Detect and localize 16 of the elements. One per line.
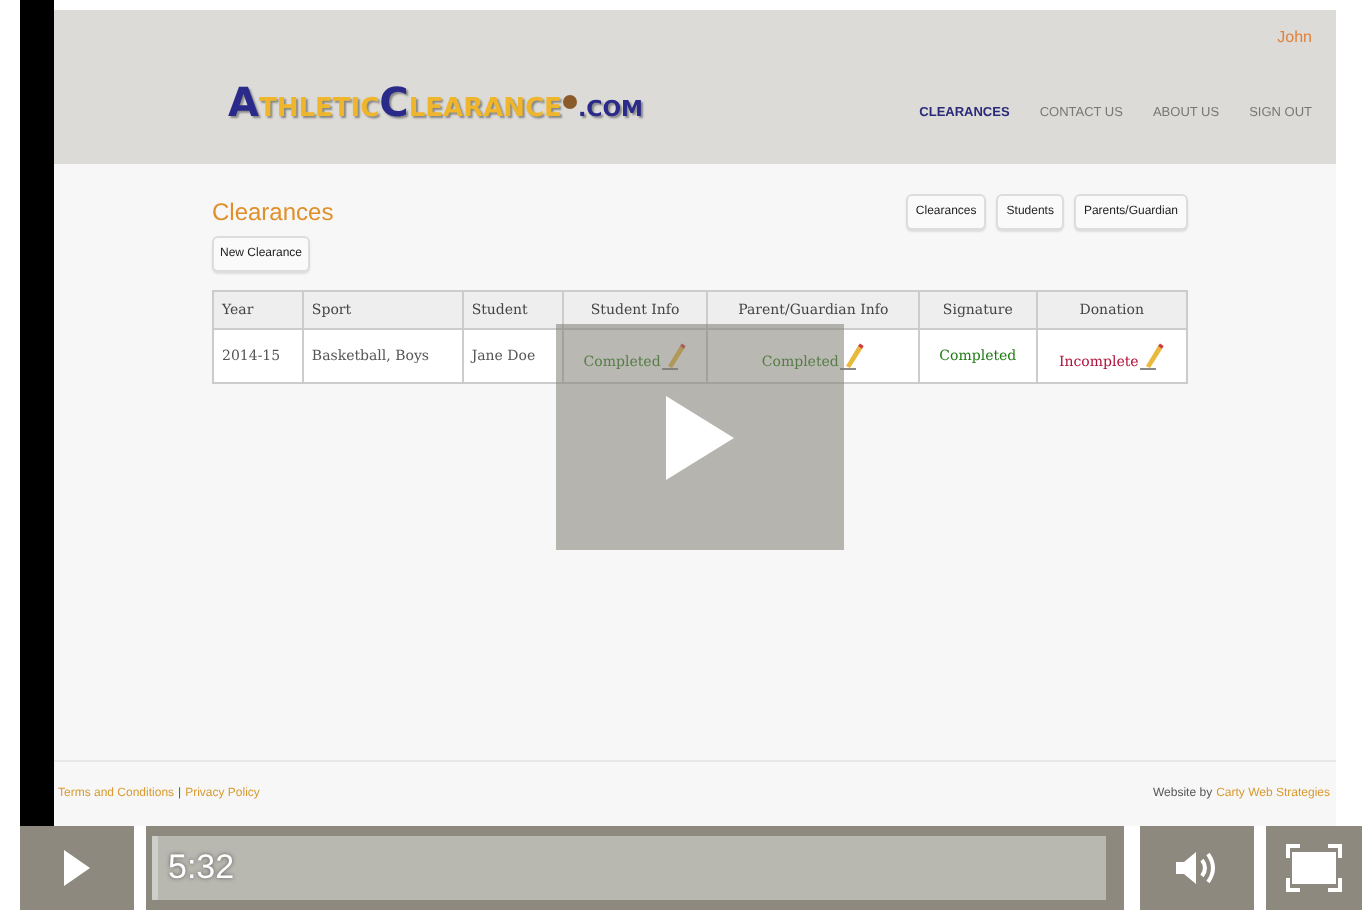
time-display: 5:32: [168, 848, 235, 888]
page-title: Clearances: [212, 196, 334, 226]
seek-bar[interactable]: 5:32: [146, 826, 1124, 910]
volume-icon: [1173, 848, 1221, 888]
pencil-icon[interactable]: [840, 342, 865, 370]
pencil-icon[interactable]: [662, 342, 687, 370]
play-button[interactable]: [20, 826, 134, 910]
play-icon: [666, 395, 734, 479]
big-play-button[interactable]: [556, 324, 844, 550]
fullscreen-button[interactable]: [1266, 826, 1362, 910]
fullscreen-icon: [1286, 844, 1342, 892]
pencil-icon[interactable]: [1140, 342, 1165, 370]
volume-button[interactable]: [1140, 826, 1254, 910]
user-name[interactable]: John: [1277, 28, 1312, 46]
site-logo[interactable]: ATHLETICCLEARANCE .COM: [228, 78, 644, 126]
play-icon: [64, 850, 90, 886]
